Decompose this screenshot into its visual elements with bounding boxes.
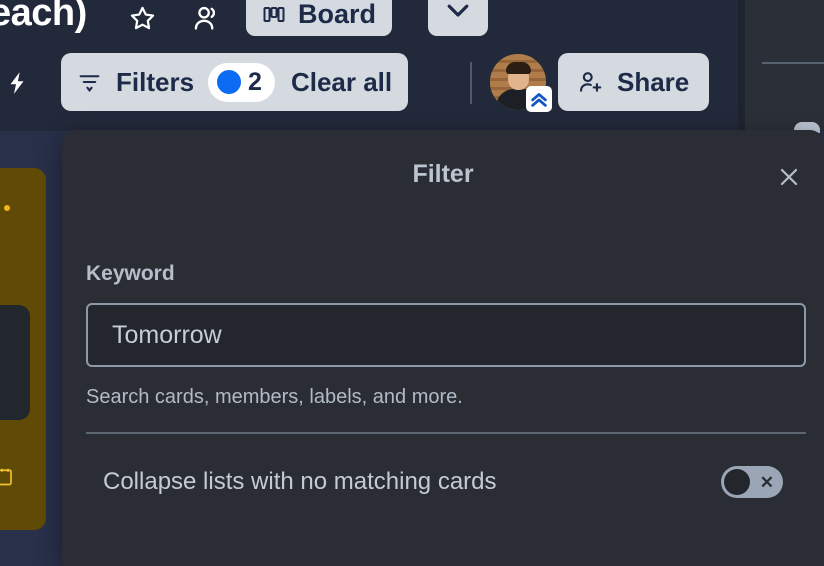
header-separator — [470, 62, 472, 104]
collapse-lists-row: Collapse lists with no matching cards ✕ — [86, 466, 800, 498]
panel-gap — [738, 0, 745, 131]
filters-label: Filters — [116, 66, 195, 97]
board-header-bar: each) Board Filters 2 Clear all Share — [0, 0, 738, 131]
share-button[interactable]: Share — [558, 53, 710, 111]
toggle-off-glyph: ✕ — [759, 472, 774, 492]
lightning-bolt-icon[interactable] — [0, 62, 34, 104]
filters-pill[interactable]: Filters 2 Clear all — [61, 53, 409, 111]
board-card[interactable] — [0, 305, 30, 420]
filter-popover-header: Filter — [62, 130, 824, 226]
share-label: Share — [617, 66, 690, 97]
star-icon[interactable] — [120, 0, 164, 36]
funnel-icon — [77, 70, 102, 95]
close-icon[interactable] — [773, 161, 805, 193]
filters-count-value: 2 — [248, 67, 262, 96]
right-side-panel — [744, 0, 824, 131]
members-icon[interactable] — [185, 0, 229, 36]
board-view-label: Board — [298, 0, 377, 29]
filter-popover: Filter Keyword Search cards, members, la… — [62, 130, 824, 566]
board-view-chevron-button[interactable] — [428, 0, 488, 36]
avatar-hair — [506, 62, 531, 74]
chevron-down-icon — [443, 0, 473, 30]
page-title: each) — [0, 0, 87, 34]
clear-all-button[interactable]: Clear all — [291, 67, 392, 98]
collapse-lists-toggle[interactable]: ✕ — [721, 466, 783, 498]
card-label-dot — [4, 205, 10, 211]
collapse-lists-label: Collapse lists with no matching cards — [103, 468, 497, 495]
filter-divider — [86, 432, 806, 434]
board-view-button[interactable]: Board — [246, 0, 393, 36]
filters-count-badge: 2 — [208, 62, 275, 102]
person-plus-icon — [578, 69, 604, 95]
card-checklist-icon — [0, 465, 14, 489]
filter-body: Keyword Search cards, members, labels, a… — [62, 226, 824, 566]
board-columns-icon — [262, 4, 286, 28]
toggle-knob — [724, 469, 750, 495]
keyword-input[interactable] — [86, 303, 806, 367]
board-root: each) Board Filters 2 Clear all Share Fi… — [0, 0, 824, 566]
filter-color-dot — [217, 70, 242, 94]
keyword-hint: Search cards, members, labels, and more. — [86, 386, 463, 408]
chevrons-up-icon — [526, 86, 552, 112]
keyword-label: Keyword — [86, 262, 175, 285]
right-panel-divider — [762, 62, 824, 64]
filter-popover-title: Filter — [412, 160, 474, 188]
